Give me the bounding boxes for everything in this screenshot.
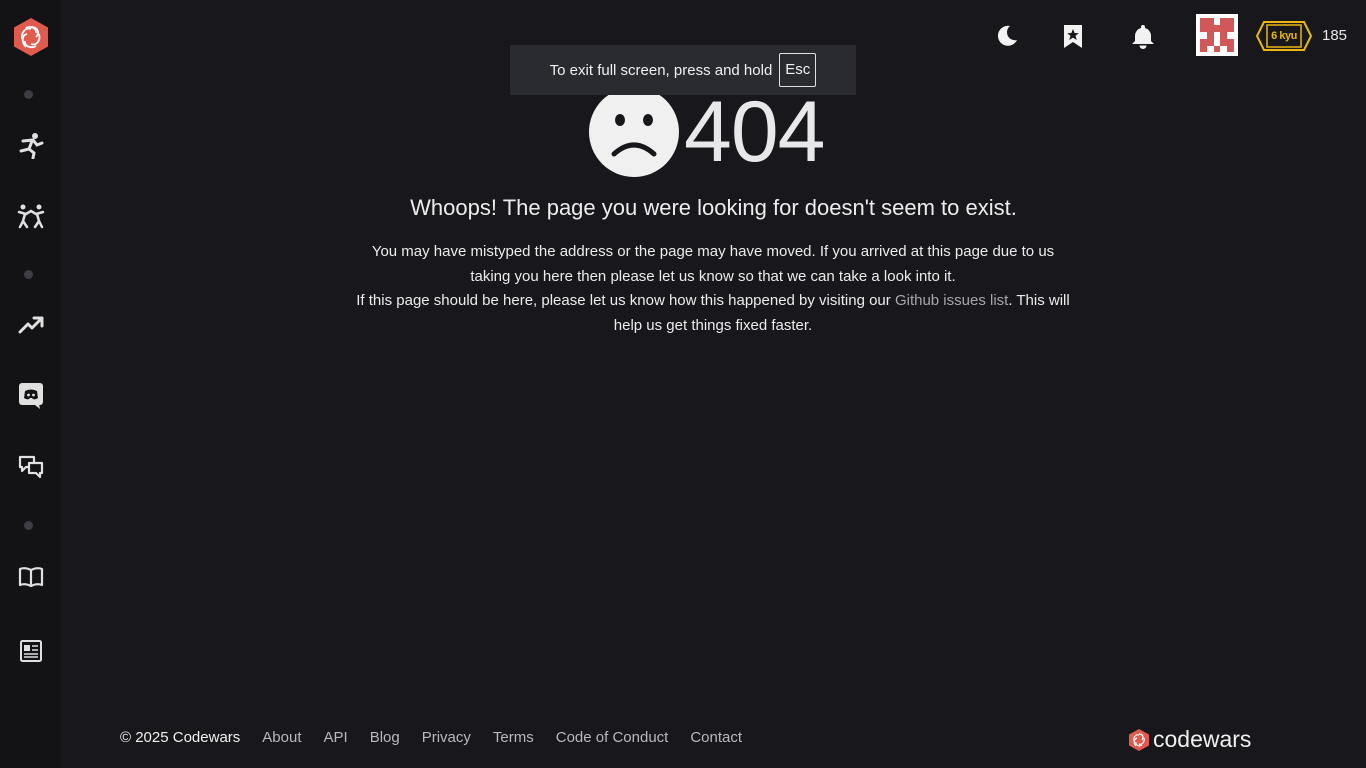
- footer-link-code-of-conduct[interactable]: Code of Conduct: [556, 729, 669, 746]
- sidebar-item-practice[interactable]: [0, 195, 61, 235]
- rank-label: 6 kyu: [1271, 30, 1297, 42]
- notifications-button[interactable]: [1123, 16, 1163, 56]
- footer-codewars-logo[interactable]: codewars: [1128, 726, 1251, 753]
- discussions-icon: [18, 455, 43, 479]
- rank-badge[interactable]: 6 kyu: [1256, 21, 1312, 51]
- sidebar-item-leaderboards[interactable]: [0, 305, 61, 345]
- sidebar-item-training[interactable]: [0, 125, 61, 165]
- leaderboards-icon: [18, 316, 43, 334]
- fullscreen-notice-text: To exit full screen, press and hold: [549, 61, 773, 79]
- footer-link-api[interactable]: API: [324, 729, 348, 746]
- sidebar-item-docs[interactable]: [0, 557, 61, 597]
- blog-icon: [19, 640, 42, 662]
- github-issues-link[interactable]: Github issues list: [895, 292, 1008, 309]
- error-code: 404: [684, 84, 825, 180]
- footer-copyright: © 2025 Codewars: [120, 729, 241, 746]
- identicon-avatar: [1196, 14, 1238, 56]
- training-icon: [19, 133, 43, 159]
- error-headline: Whoops! The page you were looking for do…: [410, 195, 1017, 220]
- footer: © 2025 Codewars About API Blog Privacy T…: [120, 729, 742, 746]
- user-avatar[interactable]: [1196, 14, 1238, 56]
- error-description-line2-text: If this page should be here, please let …: [356, 292, 895, 309]
- separator-dot: [24, 521, 33, 530]
- separator-dot: [24, 270, 33, 279]
- discord-icon: [18, 383, 43, 409]
- error-description: You may have mistyped the address or the…: [350, 240, 1076, 338]
- error-description-line1: You may have mistyped the address or the…: [371, 243, 1055, 285]
- sidebar-item-discord[interactable]: [0, 376, 61, 416]
- moon-icon: [997, 25, 1017, 46]
- sidebar: [0, 0, 61, 768]
- footer-link-privacy[interactable]: Privacy: [422, 729, 471, 746]
- error-description-line2: If this page should be here, please let …: [350, 289, 1076, 338]
- footer-link-blog[interactable]: Blog: [370, 729, 400, 746]
- docs-icon: [18, 567, 43, 588]
- footer-link-terms[interactable]: Terms: [493, 729, 534, 746]
- footer-link-about[interactable]: About: [262, 729, 301, 746]
- error-banner: 404: [588, 86, 825, 178]
- honor-count: 185: [1322, 27, 1348, 44]
- bookmark-star-icon: [1064, 25, 1082, 48]
- esc-key-label: Esc: [779, 53, 817, 87]
- sidebar-item-blog[interactable]: [0, 631, 61, 671]
- fullscreen-exit-notice: To exit full screen, press and hold Esc: [510, 45, 856, 95]
- practice-icon: [17, 204, 44, 229]
- codewars-logo-icon[interactable]: [0, 17, 61, 57]
- separator-dot: [24, 90, 33, 99]
- sad-face-icon: [589, 87, 679, 177]
- bookmarks-button[interactable]: [1053, 16, 1093, 56]
- theme-toggle-button[interactable]: [987, 16, 1027, 56]
- codewars-logo-icon: [1129, 728, 1149, 751]
- sidebar-item-discussions[interactable]: [0, 447, 61, 487]
- footer-logo-text: codewars: [1153, 726, 1252, 752]
- bell-icon: [1132, 25, 1154, 49]
- footer-link-contact[interactable]: Contact: [690, 729, 742, 746]
